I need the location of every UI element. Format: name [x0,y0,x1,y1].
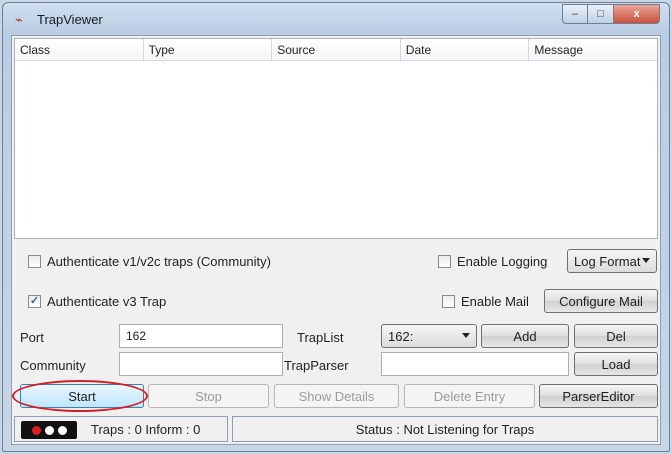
minimize-icon: – [571,8,579,20]
start-button[interactable]: Start [20,384,144,408]
column-source[interactable]: Source [272,39,401,60]
status-bar: Traps : 0 Inform : 0 Status : Not Listen… [14,416,658,442]
traplist-dropdown[interactable]: 162: [381,324,477,348]
enable-mail-checkbox[interactable]: Enable Mail [442,294,529,309]
window-controls: – □ x [562,4,662,24]
column-message[interactable]: Message [529,39,657,60]
traplist-value: 162: [388,328,414,344]
column-type[interactable]: Type [144,39,273,60]
status-text: Status : Not Listening for Traps [355,421,535,437]
trap-icon: ⌁ [15,12,23,27]
log-format-dropdown[interactable]: Log Format [567,249,657,273]
auth-v1v2c-box[interactable] [28,255,41,268]
minimize-button[interactable]: – [562,4,588,24]
chevron-down-icon [462,333,470,338]
window-title: TrapViewer [37,12,103,27]
port-label: Port [20,330,44,345]
traps-counter: Traps : 0 Inform : 0 [91,422,201,437]
status-light [57,425,67,435]
show-details-button[interactable]: Show Details [274,384,399,408]
trapviewer-window: ⌁ TrapViewer – □ x Class Type Source Dat… [2,2,670,452]
status-light [44,425,54,435]
enable-mail-box[interactable] [442,295,455,308]
auth-v3-box[interactable]: ✓ [28,295,41,308]
enable-logging-label: Enable Logging [457,254,548,269]
table-header: Class Type Source Date Message [15,39,657,61]
enable-mail-label: Enable Mail [461,294,529,309]
close-button[interactable]: x [614,4,660,24]
auth-v3-checkbox[interactable]: ✓ Authenticate v3 Trap [28,294,166,309]
auth-v1v2c-checkbox[interactable]: Authenticate v1/v2c traps (Community) [28,254,271,269]
close-icon: x [633,8,640,20]
stop-button[interactable]: Stop [148,384,269,408]
del-button[interactable]: Del [574,324,658,348]
column-class[interactable]: Class [15,39,144,60]
community-field[interactable] [119,352,283,376]
title-bar[interactable]: ⌁ TrapViewer – □ x [3,3,669,35]
enable-logging-box[interactable] [438,255,451,268]
log-format-label: Log Format [574,253,641,269]
auth-v1v2c-label: Authenticate v1/v2c traps (Community) [47,254,271,269]
configure-mail-button[interactable]: Configure Mail [544,289,658,313]
port-field[interactable]: 162 [119,324,283,348]
column-date[interactable]: Date [401,39,530,60]
maximize-button[interactable]: □ [588,4,614,24]
status-light-red [31,425,41,435]
client-area: Class Type Source Date Message Authentic… [11,35,661,445]
load-button[interactable]: Load [574,352,658,376]
auth-v3-label: Authenticate v3 Trap [47,294,167,309]
maximize-icon: □ [597,8,604,20]
add-button[interactable]: Add [481,324,569,348]
community-label: Community [20,358,86,373]
traps-table[interactable]: Class Type Source Date Message [14,38,658,239]
enable-logging-checkbox[interactable]: Enable Logging [438,254,547,269]
traplist-label: TrapList [297,330,344,345]
trapparser-label: TrapParser [284,358,349,373]
status-lights-icon [21,421,77,439]
parser-editor-button[interactable]: ParserEditor [539,384,658,408]
traps-counter-panel: Traps : 0 Inform : 0 [14,416,228,442]
trapparser-field[interactable] [381,352,569,376]
chevron-down-icon [642,258,650,263]
status-panel: Status : Not Listening for Traps [232,416,658,442]
delete-entry-button[interactable]: Delete Entry [404,384,535,408]
